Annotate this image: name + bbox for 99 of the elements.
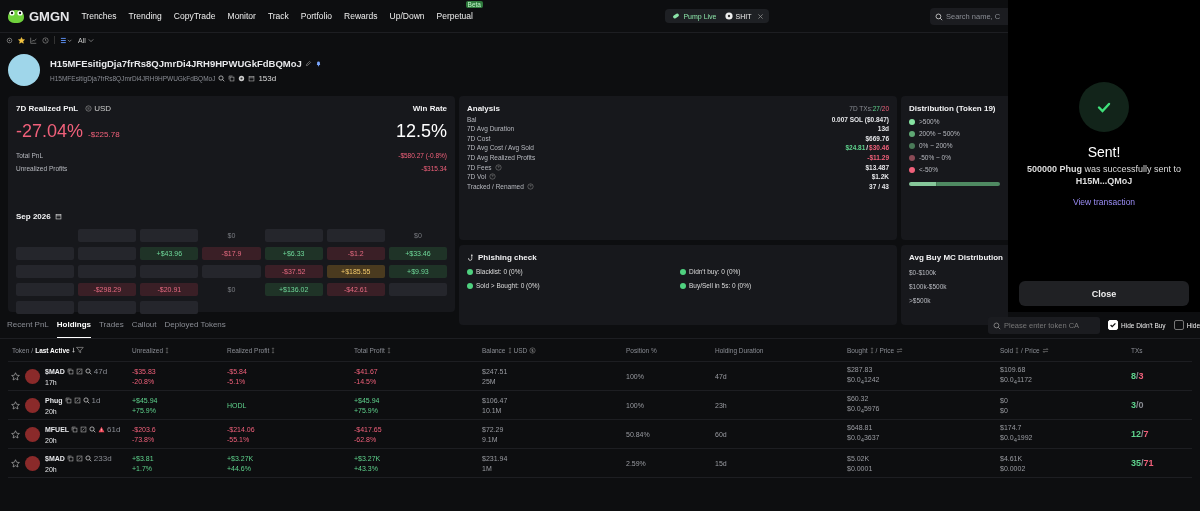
- edit-icon[interactable]: [80, 425, 88, 433]
- status-dot: [680, 282, 686, 289]
- nav-link[interactable]: Trending: [128, 11, 162, 21]
- token-avatar: [25, 455, 40, 471]
- search-icon[interactable]: [218, 74, 226, 82]
- sort-icon[interactable]: [1015, 346, 1019, 354]
- chart-icon[interactable]: [30, 36, 37, 44]
- search-icon[interactable]: [84, 454, 92, 462]
- token-age: 47d: [93, 366, 108, 376]
- nav-link[interactable]: Rewards: [344, 11, 378, 21]
- search-icon[interactable]: [89, 425, 97, 433]
- settings-icon[interactable]: [6, 36, 13, 44]
- tab[interactable]: Deployed Tokens: [164, 312, 226, 338]
- coin-icon[interactable]: [238, 74, 246, 82]
- hook-icon: [467, 253, 475, 262]
- success-check-icon: [1079, 82, 1129, 132]
- tx-count: 8/3: [1131, 371, 1145, 381]
- star-icon[interactable]: [11, 429, 20, 439]
- avg-buy-mc-title: Avg Buy MC Distribution: [909, 253, 1004, 262]
- drawer-message: 500000 Phug was successfully sent to H15M...QMoJ: [1025, 164, 1183, 188]
- token-avatar: [25, 368, 40, 384]
- phishing-title: Phishing check: [478, 253, 537, 262]
- wallet-address: H15MFEsitigDja7frRs8QJmrDi4JRH9HPWUGkFdBQMoJ: [50, 57, 302, 69]
- tx-count: 3/0: [1131, 400, 1145, 410]
- tab[interactable]: Callout: [131, 312, 157, 338]
- status-dot: [467, 268, 473, 275]
- swap-icon[interactable]: [896, 346, 904, 354]
- nav-link[interactable]: Trenches: [81, 11, 117, 21]
- copy-icon[interactable]: [71, 425, 79, 433]
- nav-link[interactable]: Up/Down: [389, 11, 425, 21]
- star-icon[interactable]: [11, 458, 20, 468]
- copy-icon[interactable]: [228, 74, 236, 82]
- brand-name[interactable]: GMGN: [29, 8, 70, 24]
- copy-icon[interactable]: [66, 367, 74, 375]
- analysis-title: Analysis: [467, 104, 500, 113]
- tx-count: 35/71: [1131, 458, 1155, 468]
- tx-count: 12/7: [1131, 429, 1150, 439]
- pnl-title: 7D Realized PnL: [16, 104, 79, 113]
- sort-icon[interactable]: [386, 346, 391, 354]
- nav-link[interactable]: Perpetual: [436, 11, 473, 21]
- help-icon[interactable]: [494, 163, 502, 171]
- calendar-icon: [248, 74, 256, 82]
- sort-icon[interactable]: [271, 346, 276, 354]
- token-age: 1d: [91, 395, 101, 405]
- nav-link[interactable]: Portfolio: [300, 11, 332, 21]
- swap-icon: [85, 105, 93, 112]
- sort-icon[interactable]: [507, 346, 512, 354]
- token-age: 61d: [107, 424, 121, 434]
- dollar-icon[interactable]: [529, 346, 537, 354]
- help-icon[interactable]: [489, 173, 497, 181]
- wallet-age: 153d: [258, 73, 277, 83]
- bell-icon[interactable]: [314, 59, 322, 67]
- close-button[interactable]: Close: [1019, 281, 1189, 307]
- checkbox[interactable]: [1173, 320, 1184, 330]
- nav-link[interactable]: CopyTrade: [173, 11, 216, 21]
- token-avatar: [25, 397, 40, 413]
- drawer-title: Sent!: [1087, 144, 1121, 160]
- caret-icon: [87, 37, 94, 43]
- token-age: 233d: [93, 453, 112, 463]
- view-transaction-link[interactable]: View transaction: [1072, 197, 1136, 208]
- calendar-month: Sep 2026: [16, 212, 51, 221]
- pnl-amount: -$225.78: [88, 130, 120, 139]
- edit-icon[interactable]: [75, 367, 83, 375]
- help-icon[interactable]: [526, 182, 534, 190]
- tab[interactable]: Holdings: [56, 312, 92, 338]
- win-rate-value: 12.5%: [395, 121, 447, 142]
- sort-filter-icon[interactable]: [71, 346, 84, 354]
- sort-icon[interactable]: [869, 346, 874, 354]
- sort-icon[interactable]: [165, 346, 170, 354]
- win-rate-label: Win Rate: [412, 104, 447, 113]
- status-dot: [467, 282, 473, 289]
- status-dot: [680, 268, 686, 275]
- search-icon[interactable]: [84, 367, 92, 375]
- distribution-title: Distribution (Token 19): [909, 104, 997, 113]
- edit-icon[interactable]: [75, 454, 83, 462]
- star-icon[interactable]: [18, 36, 25, 44]
- close-icon[interactable]: [757, 12, 765, 20]
- layers-dropdown-icon[interactable]: [60, 36, 73, 44]
- logo-icon[interactable]: [6, 8, 26, 24]
- pnl-percent: -27.04%: [16, 121, 84, 142]
- wallet-avatar: [8, 54, 40, 86]
- nav-link[interactable]: Track: [267, 11, 289, 21]
- token-avatar: [25, 426, 40, 442]
- nav-link[interactable]: Monitor: [227, 11, 256, 21]
- copy-icon[interactable]: [66, 454, 74, 462]
- calendar-icon[interactable]: [54, 213, 62, 220]
- tab[interactable]: Trades: [99, 312, 124, 338]
- star-icon[interactable]: [11, 400, 20, 410]
- search-icon[interactable]: [82, 396, 90, 404]
- copy-icon[interactable]: [64, 396, 72, 404]
- tab[interactable]: Recent PnL: [7, 312, 49, 338]
- star-icon[interactable]: [11, 371, 20, 381]
- history-icon[interactable]: [42, 36, 49, 44]
- token-icon: [724, 12, 733, 20]
- currency-toggle[interactable]: USD: [81, 104, 112, 113]
- pill-icon: [672, 12, 681, 20]
- swap-icon[interactable]: [1041, 346, 1049, 354]
- warning-icon: [98, 425, 106, 433]
- edit-icon[interactable]: [73, 396, 81, 404]
